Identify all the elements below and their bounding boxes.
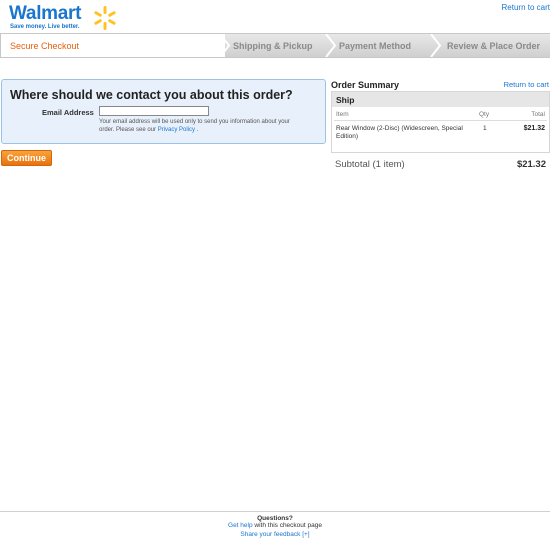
spark-icon: [94, 6, 116, 30]
footer-help-line: Get help with this checkout page: [0, 522, 550, 529]
column-header-total: Total: [531, 111, 545, 118]
email-label: Email Address: [42, 108, 94, 117]
step-review-place-order-label: Review & Place Order: [447, 41, 541, 51]
share-feedback-link[interactable]: Share your feedback: [240, 531, 300, 538]
line-item-qty: 1: [483, 125, 487, 132]
subtotal-label: Subtotal (1 item): [335, 159, 405, 170]
column-header-qty: Qty: [479, 111, 490, 118]
subtotal-value: $21.32: [516, 159, 546, 170]
logo-tagline: Save money. Live better.: [10, 24, 80, 30]
logo-wordmark: Walmart: [9, 3, 82, 24]
contact-panel: Where should we contact you about this o…: [1, 79, 326, 144]
footer-feedback-line: Share your feedback [+]: [0, 531, 550, 538]
order-summary-title: Order Summary: [331, 80, 400, 90]
get-help-link[interactable]: Get help: [228, 522, 253, 529]
column-header-item: Item: [336, 111, 349, 118]
email-field[interactable]: [99, 106, 209, 116]
footer-questions: Questions?: [257, 515, 293, 522]
divider: [334, 120, 547, 121]
order-summary-box: Ship Item Qty Total Rear Window (2-Disc)…: [331, 91, 550, 153]
step-shipping-pickup-label: Shipping & Pickup: [233, 41, 313, 51]
ship-section-header: Ship: [332, 92, 549, 107]
continue-button[interactable]: Continue: [1, 150, 52, 166]
step-review-place-order: Review & Place Order: [435, 34, 550, 57]
checkout-progress: Secure Checkout Shipping & Pickup Paymen…: [0, 33, 550, 58]
step-payment-method-label: Payment Method: [339, 41, 412, 51]
return-to-cart-link[interactable]: Return to cart: [502, 3, 550, 12]
line-item-name: Rear Window (2-Disc) (Widescreen, Specia…: [336, 125, 463, 140]
step-secure-checkout-label: Secure Checkout: [10, 41, 80, 51]
email-help-end: .: [196, 126, 199, 133]
step-divider-icon: [325, 34, 337, 57]
step-divider-icon: [430, 34, 442, 57]
line-item-total: $21.32: [523, 125, 545, 132]
summary-return-to-cart-link[interactable]: Return to cart: [504, 80, 549, 89]
footer-divider: [0, 511, 550, 512]
step-payment-method: Payment Method: [330, 34, 435, 57]
step-shipping-pickup: Shipping & Pickup: [225, 34, 330, 57]
feedback-expand-icon: [+]: [302, 531, 310, 538]
ship-section-label: Ship: [336, 95, 355, 105]
footer-help-text: with this checkout page: [254, 522, 322, 529]
email-help-text: Your email address will be used only to …: [99, 119, 299, 134]
step-divider-icon: [219, 34, 231, 57]
privacy-policy-link[interactable]: Privacy Policy: [158, 127, 195, 133]
step-secure-checkout: Secure Checkout: [0, 34, 225, 57]
contact-heading: Where should we contact you about this o…: [10, 88, 293, 102]
walmart-logo[interactable]: Walmart Save money. Live better.: [9, 4, 119, 32]
